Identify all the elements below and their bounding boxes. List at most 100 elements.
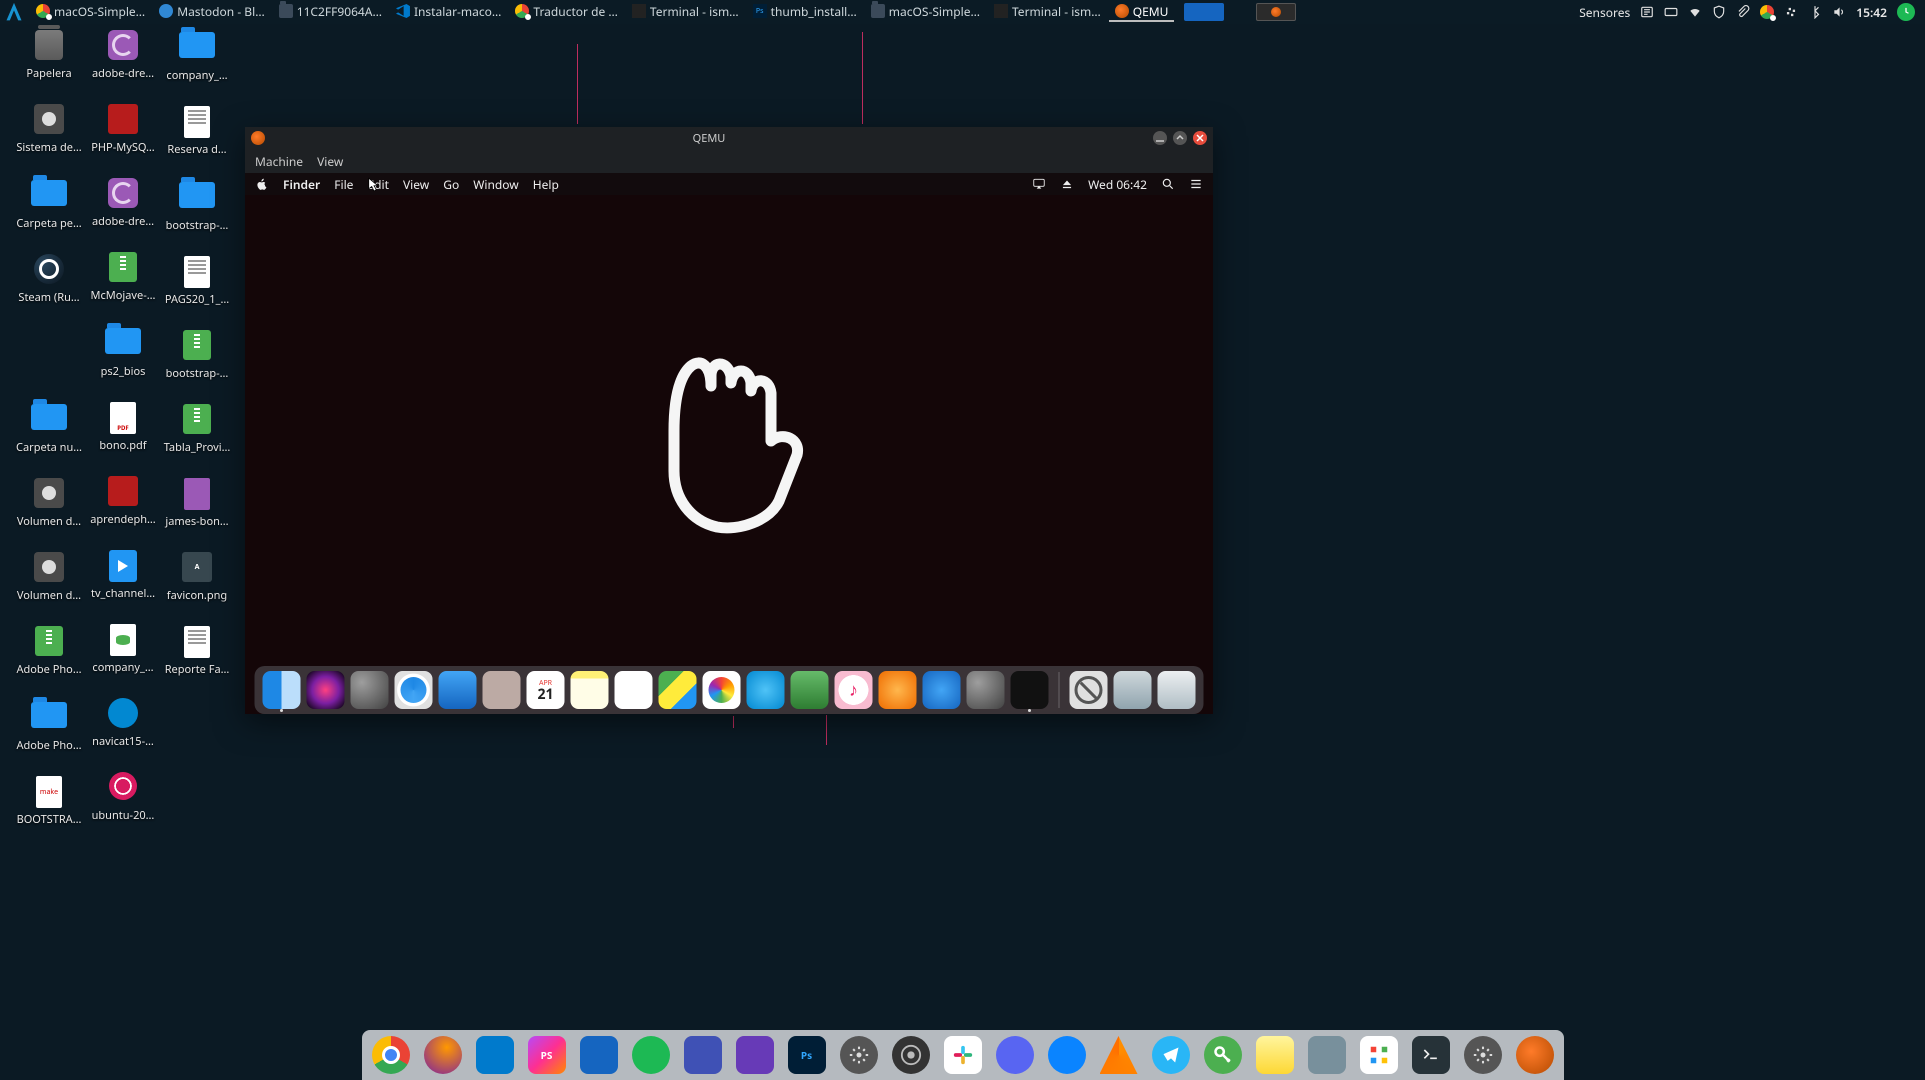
desktop-icon[interactable]: makeBOOTSTRA…: [12, 776, 86, 848]
taskbar-item-mastodon[interactable]: Mastodon - Bl…: [153, 2, 271, 22]
tray-sensores-label[interactable]: Sensores: [1579, 4, 1630, 21]
dock-settings-gear[interactable]: [840, 1036, 878, 1074]
desktop-icon[interactable]: ubuntu-20…: [86, 772, 160, 844]
dock-notes[interactable]: [571, 671, 609, 709]
desktop-icon[interactable]: tv_channel…: [86, 550, 160, 622]
window-maximize-button[interactable]: [1173, 131, 1187, 145]
wifi-icon[interactable]: [1688, 5, 1702, 19]
desktop-icon[interactable]: company_…: [160, 32, 234, 104]
apple-logo-icon[interactable]: [255, 177, 269, 191]
dock-spotify[interactable]: [632, 1036, 670, 1074]
desktop-icon[interactable]: Steam (Ru…: [12, 254, 86, 326]
mac-clock[interactable]: Wed 06:42: [1088, 176, 1147, 193]
desktop-icon[interactable]: Carpeta nu…: [12, 404, 86, 476]
desktop-icon[interactable]: ps2_bios: [86, 328, 160, 400]
desktop-icon[interactable]: Volumen d…: [12, 552, 86, 624]
desktop-icon[interactable]: james-bon…: [160, 478, 234, 550]
dock-phpstorm[interactable]: PS: [528, 1036, 566, 1074]
dock-appstore[interactable]: [923, 671, 961, 709]
taskbar-item-folder-hash[interactable]: 11C2FF9064A…: [273, 2, 388, 22]
desktop-icon[interactable]: bootstrap-…: [160, 182, 234, 254]
dock-obs[interactable]: [892, 1036, 930, 1074]
dock-notes[interactable]: [1256, 1036, 1294, 1074]
session-icon[interactable]: [1897, 3, 1915, 21]
volume-icon[interactable]: [1832, 5, 1846, 19]
dock-messages[interactable]: [747, 671, 785, 709]
desktop-icon[interactable]: adobe-dre…: [86, 178, 160, 250]
dock-terminal[interactable]: [1011, 671, 1049, 709]
dock-vscode[interactable]: [476, 1036, 514, 1074]
keyboard-icon[interactable]: [1664, 5, 1678, 19]
notification-center-icon[interactable]: [1189, 177, 1203, 191]
mac-menu-view[interactable]: View: [403, 176, 429, 193]
mac-menu-go[interactable]: Go: [443, 176, 459, 193]
dock-media-player[interactable]: [736, 1036, 774, 1074]
clip-icon[interactable]: [1736, 5, 1750, 19]
dock-preferences[interactable]: [967, 671, 1005, 709]
mac-app-name[interactable]: Finder: [283, 176, 320, 193]
dock-virtualbox[interactable]: [580, 1036, 618, 1074]
taskbar-item-thumb-install[interactable]: Ps thumb_install…: [747, 2, 863, 22]
taskbar-item-qemu[interactable]: QEMU: [1109, 2, 1175, 22]
shield-icon[interactable]: [1712, 5, 1726, 19]
dock-music[interactable]: ♪: [835, 671, 873, 709]
desktop-icon[interactable]: PHP-MySQ…: [86, 104, 160, 176]
taskbar-item-translator[interactable]: Traductor de …: [509, 2, 624, 22]
dock-photos[interactable]: [703, 671, 741, 709]
dock-photoshop[interactable]: Ps: [788, 1036, 826, 1074]
arch-logo-icon[interactable]: [4, 2, 24, 22]
desktop-icon[interactable]: Afavicon.png: [160, 552, 234, 624]
desktop-icon[interactable]: Reserva d…: [160, 106, 234, 178]
workspace-indicator[interactable]: [1184, 3, 1224, 21]
dock-finder[interactable]: [263, 671, 301, 709]
spotlight-icon[interactable]: [1161, 177, 1175, 191]
dock-reminders[interactable]: [615, 671, 653, 709]
workspace-thumb[interactable]: [1256, 3, 1296, 21]
dock-siri[interactable]: [307, 671, 345, 709]
desktop-icon[interactable]: Adobe Pho…: [12, 626, 86, 698]
desktop-icon[interactable]: bono.pdf: [86, 402, 160, 474]
desktop-icon[interactable]: McMojave-…: [86, 252, 160, 324]
dock-settings[interactable]: [1464, 1036, 1502, 1074]
dock-safari[interactable]: [395, 671, 433, 709]
dock-terminal[interactable]: [1412, 1036, 1450, 1074]
dock-audio[interactable]: [684, 1036, 722, 1074]
dock-slack[interactable]: [944, 1036, 982, 1074]
desktop-icon[interactable]: company_…: [86, 624, 160, 696]
dock-blocked-app[interactable]: [1070, 671, 1108, 709]
tray-clock[interactable]: 15:42: [1856, 4, 1887, 21]
window-minimize-button[interactable]: [1153, 131, 1167, 145]
desktop-icon[interactable]: Papelera: [12, 30, 86, 102]
airplay-icon[interactable]: [1032, 177, 1046, 191]
desktop-icon[interactable]: Adobe Pho…: [12, 702, 86, 774]
dock-mail[interactable]: [439, 671, 477, 709]
dock-firefox[interactable]: [424, 1036, 462, 1074]
mac-menu-help[interactable]: Help: [533, 176, 559, 193]
bluetooth-icon[interactable]: [1808, 5, 1822, 19]
dock-chrome[interactable]: [372, 1036, 410, 1074]
dock-keepass[interactable]: [1204, 1036, 1242, 1074]
mac-menu-edit[interactable]: Edit: [367, 176, 388, 193]
window-close-button[interactable]: [1193, 131, 1207, 145]
sensors-icon[interactable]: [1640, 5, 1654, 19]
desktop-icon[interactable]: adobe-dre…: [86, 30, 160, 102]
taskbar-item-terminal-1[interactable]: Terminal - ism…: [626, 2, 745, 22]
qemu-titlebar[interactable]: QEMU: [245, 127, 1213, 149]
desktop-icon[interactable]: navicat15-…: [86, 698, 160, 770]
dock-app-grid[interactable]: [1360, 1036, 1398, 1074]
taskbar-item-macos-simple-2[interactable]: macOS-Simple…: [865, 2, 986, 22]
qemu-menu-view[interactable]: View: [317, 153, 343, 170]
dock-books[interactable]: [879, 671, 917, 709]
dock-calendar[interactable]: APR21: [527, 671, 565, 709]
dock-thunderbird[interactable]: [1048, 1036, 1086, 1074]
dock-downloads[interactable]: [1114, 671, 1152, 709]
dock-contacts[interactable]: [483, 671, 521, 709]
mac-menu-window[interactable]: Window: [473, 176, 519, 193]
dock-discord[interactable]: [996, 1036, 1034, 1074]
mac-menu-file[interactable]: File: [334, 176, 353, 193]
desktop-icon[interactable]: Tabla_Provi…: [160, 404, 234, 476]
taskbar-item-vscode[interactable]: Instalar-maco…: [390, 2, 507, 22]
slack-tray-icon[interactable]: [1784, 5, 1798, 19]
taskbar-item-terminal-2[interactable]: Terminal - ism…: [988, 2, 1107, 22]
desktop-icon[interactable]: aprendeph…: [86, 476, 160, 548]
